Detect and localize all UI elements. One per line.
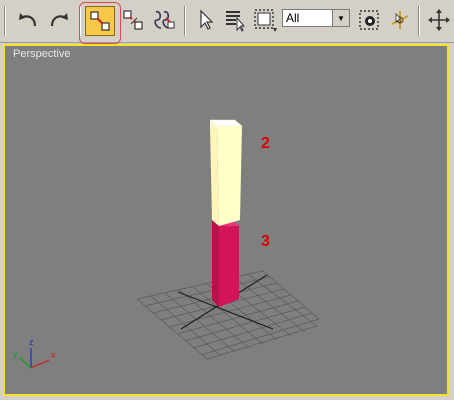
bottom-strip	[0, 396, 454, 400]
selection-filter-dropdown[interactable]: All ▼	[282, 9, 350, 27]
axis-label-x: x	[51, 350, 56, 360]
select-object-icon	[200, 9, 214, 30]
unlink-selection-icon	[123, 10, 143, 30]
rectangular-selection-region-icon	[254, 9, 277, 32]
select-and-manipulate-button[interactable]	[385, 5, 415, 35]
selection-filter-value: All	[286, 11, 300, 25]
axis-label-z: z	[29, 337, 34, 347]
bind-to-space-warp-icon	[154, 10, 175, 29]
bind-to-space-warp-button[interactable]	[149, 5, 179, 35]
perspective-viewport[interactable]: Perspective z x y 2 3	[3, 44, 449, 396]
select-and-link-highlight	[79, 2, 121, 44]
rectangular-selection-region-button[interactable]	[250, 5, 280, 35]
select-and-move-icon	[428, 9, 450, 31]
upper-box[interactable]	[209, 119, 243, 226]
main-toolbar: 1	[0, 0, 454, 62]
select-by-name-icon	[226, 11, 246, 32]
lower-box[interactable]	[212, 220, 239, 307]
select-and-move-button[interactable]	[424, 5, 454, 35]
unlink-selection-button[interactable]	[118, 5, 148, 35]
annotation-2: 2	[261, 135, 270, 152]
redo-button[interactable]	[44, 5, 74, 35]
window-crossing-icon	[359, 10, 379, 30]
window-crossing-button[interactable]	[354, 5, 384, 35]
axis-label-y: y	[13, 349, 18, 359]
toolbar-separator	[418, 6, 420, 36]
select-object-button[interactable]	[190, 5, 220, 35]
viewport-scene: z x y	[13, 119, 320, 369]
select-and-manipulate-icon	[391, 11, 409, 29]
chevron-down-icon[interactable]: ▼	[332, 10, 349, 26]
redo-icon	[50, 13, 68, 27]
view-axis-tripod: z x y	[13, 337, 56, 369]
undo-icon	[19, 13, 37, 27]
select-by-name-button[interactable]	[220, 5, 250, 35]
toolbar-separator	[184, 6, 186, 36]
annotation-3: 3	[261, 233, 270, 250]
undo-button[interactable]	[13, 5, 43, 35]
toolbar-separator	[4, 6, 6, 36]
